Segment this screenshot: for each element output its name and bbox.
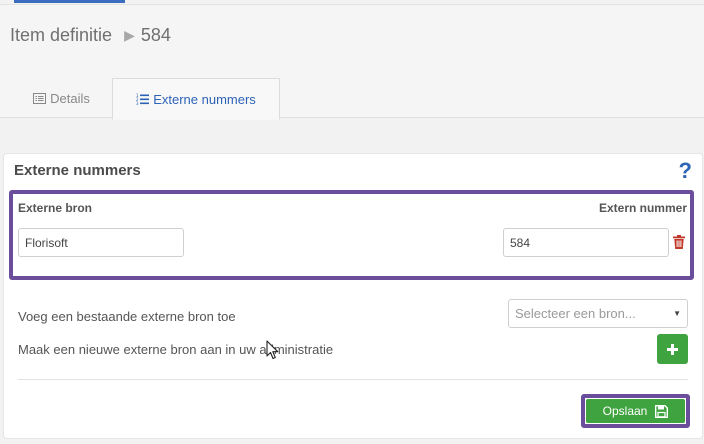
help-icon[interactable]: ? [679, 158, 692, 184]
active-nav-indicator [14, 0, 125, 3]
tab-externe-nummers-label: Externe nummers [153, 91, 256, 107]
column-header-externe-bron: Externe bron [18, 201, 93, 215]
extern-nummer-field[interactable]: 584 [503, 228, 669, 257]
panel-title: Externe nummers [14, 162, 141, 179]
divider [18, 379, 688, 380]
caret-down-icon: ▼ [673, 309, 681, 318]
tab-bar: Details 1 2 3 Externe nummers [0, 78, 704, 120]
create-new-source-label: Maak een nieuwe externe bron aan in uw a… [18, 342, 334, 357]
list-ol-icon: 1 2 3 [136, 93, 150, 105]
svg-text:3: 3 [136, 101, 139, 105]
breadcrumb-separator-icon: ▶ [124, 27, 135, 43]
source-select[interactable]: Selecteer een bron... ▼ [508, 299, 688, 328]
tab-externe-nummers[interactable]: 1 2 3 Externe nummers [112, 78, 280, 120]
tab-details[interactable]: Details [14, 78, 109, 119]
save-button[interactable]: Opslaan [586, 399, 685, 423]
breadcrumb: Item definitie ▶ 584 [10, 25, 171, 46]
column-header-extern-nummer: Extern nummer [598, 201, 687, 215]
tab-details-label: Details [50, 91, 90, 106]
floppy-disk-icon [655, 404, 669, 418]
source-select-placeholder: Selecteer een bron... [515, 306, 636, 321]
add-new-source-button[interactable] [657, 334, 688, 364]
breadcrumb-root[interactable]: Item definitie [10, 25, 112, 46]
breadcrumb-current: 584 [140, 25, 171, 45]
externe-bron-field[interactable]: Florisoft [18, 228, 184, 257]
plus-icon [667, 343, 678, 355]
add-existing-source-label: Voeg een bestaande externe bron toe [18, 309, 236, 324]
page-header: Item definitie ▶ 584 Details 1 2 3 Exter… [0, 4, 704, 120]
save-button-label: Opslaan [602, 404, 648, 418]
list-alt-icon [33, 93, 47, 104]
mouse-pointer-icon [266, 340, 279, 360]
trash-icon[interactable] [673, 235, 685, 249]
